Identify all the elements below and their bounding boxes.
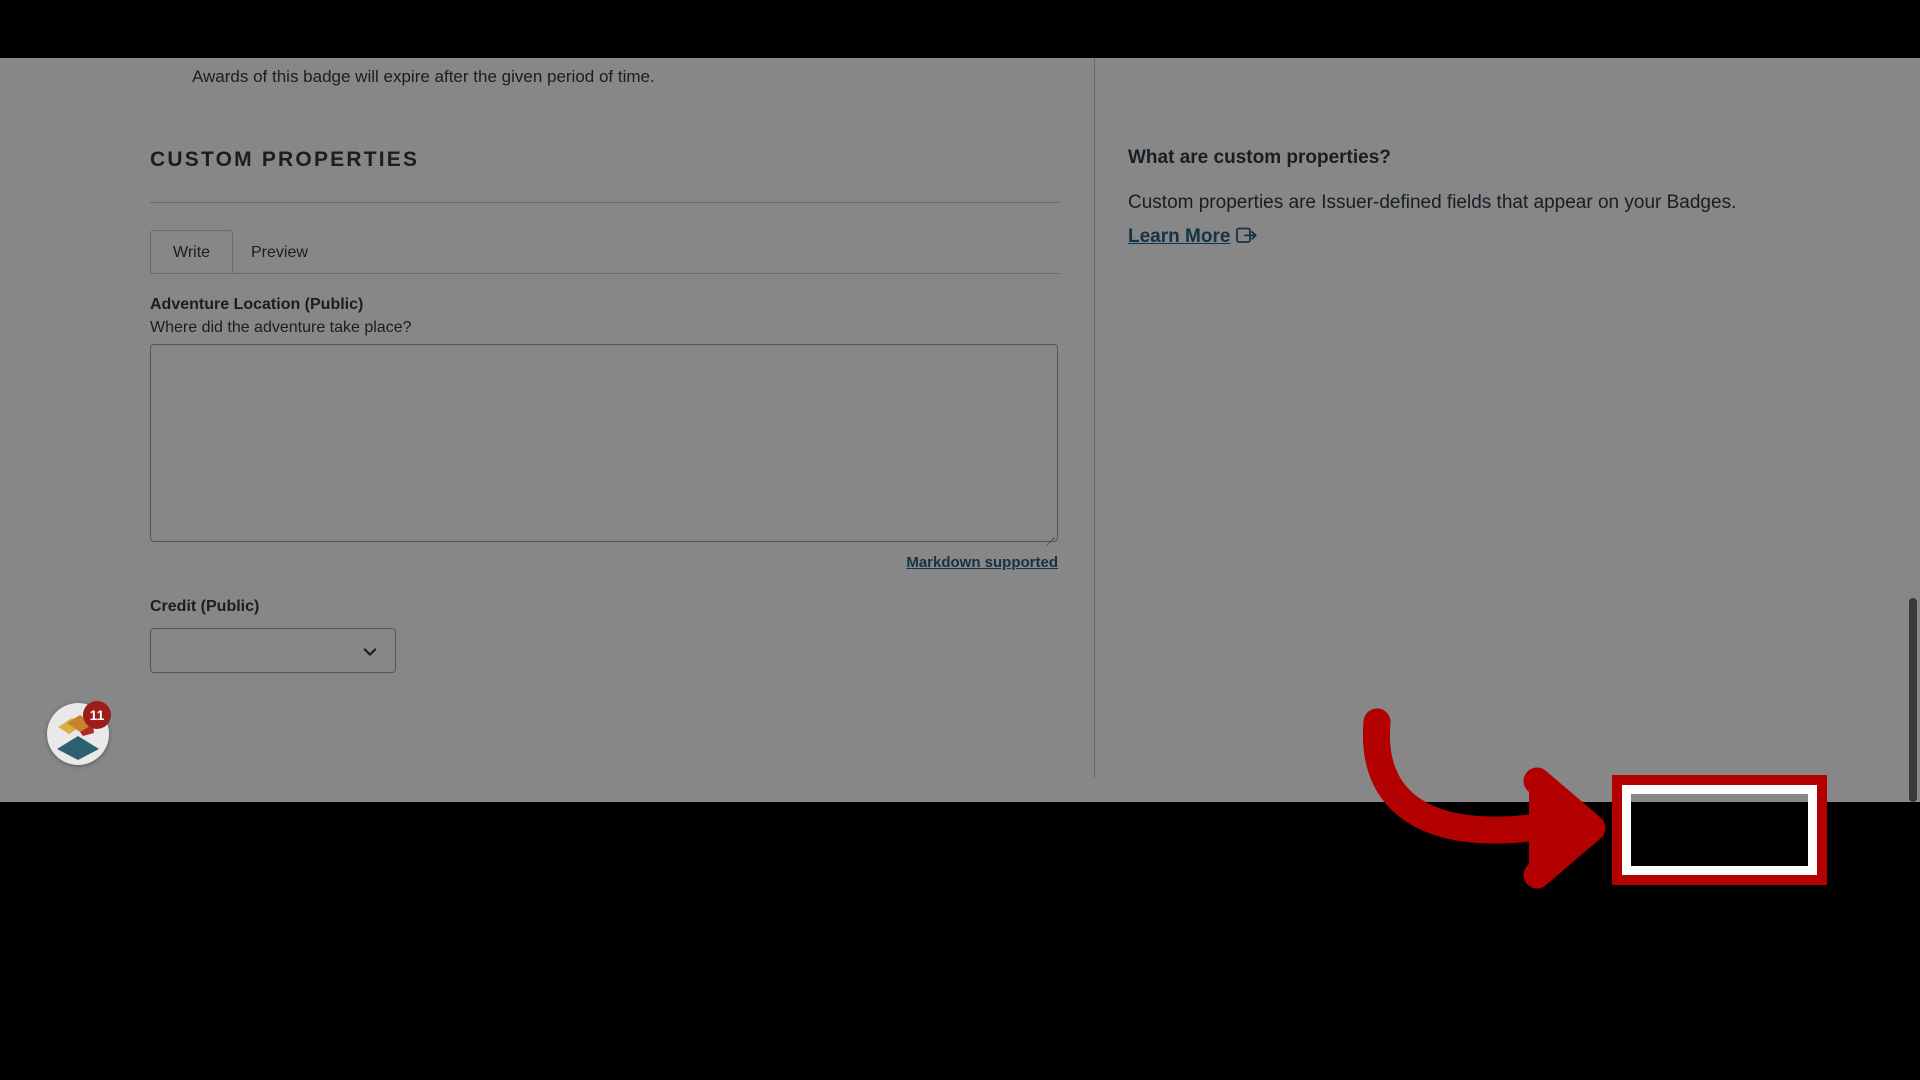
markdown-supported-link[interactable]: Markdown supported	[906, 554, 1058, 571]
tab-write[interactable]: Write	[150, 230, 234, 274]
adventure-location-input[interactable]	[150, 344, 1058, 546]
notification-count-badge[interactable]: 11	[83, 701, 111, 729]
adventure-location-label: Adventure Location (Public)	[150, 296, 364, 313]
editor-tabs: Write Preview	[150, 230, 1060, 274]
chevron-down-icon	[363, 648, 377, 656]
page-scrollbar-thumb[interactable]	[1909, 598, 1917, 802]
learn-more-link[interactable]: Learn More	[1128, 226, 1230, 247]
help-body: Custom properties are Issuer-defined fie…	[1128, 186, 1754, 257]
column-divider	[1094, 58, 1095, 778]
help-title: What are custom properties?	[1128, 147, 1391, 168]
credit-select[interactable]	[150, 628, 396, 673]
page-content: Awards of this badge will expire after t…	[0, 58, 1920, 802]
adventure-location-help: Where did the adventure take place?	[150, 319, 412, 336]
page-title: CUSTOM PROPERTIES	[150, 148, 420, 171]
credit-label: Credit (Public)	[150, 598, 260, 615]
external-link-icon	[1236, 223, 1258, 257]
screenshot-viewport: Awards of this badge will expire after t…	[0, 0, 1920, 1080]
brand-widget[interactable]: 11	[47, 701, 111, 765]
resize-grip-icon[interactable]	[1043, 527, 1055, 546]
expiration-hint-text: Awards of this badge will expire after t…	[192, 67, 655, 86]
tab-preview[interactable]: Preview	[228, 230, 331, 274]
help-body-text: Custom properties are Issuer-defined fie…	[1128, 192, 1737, 213]
section-divider	[150, 202, 1060, 203]
